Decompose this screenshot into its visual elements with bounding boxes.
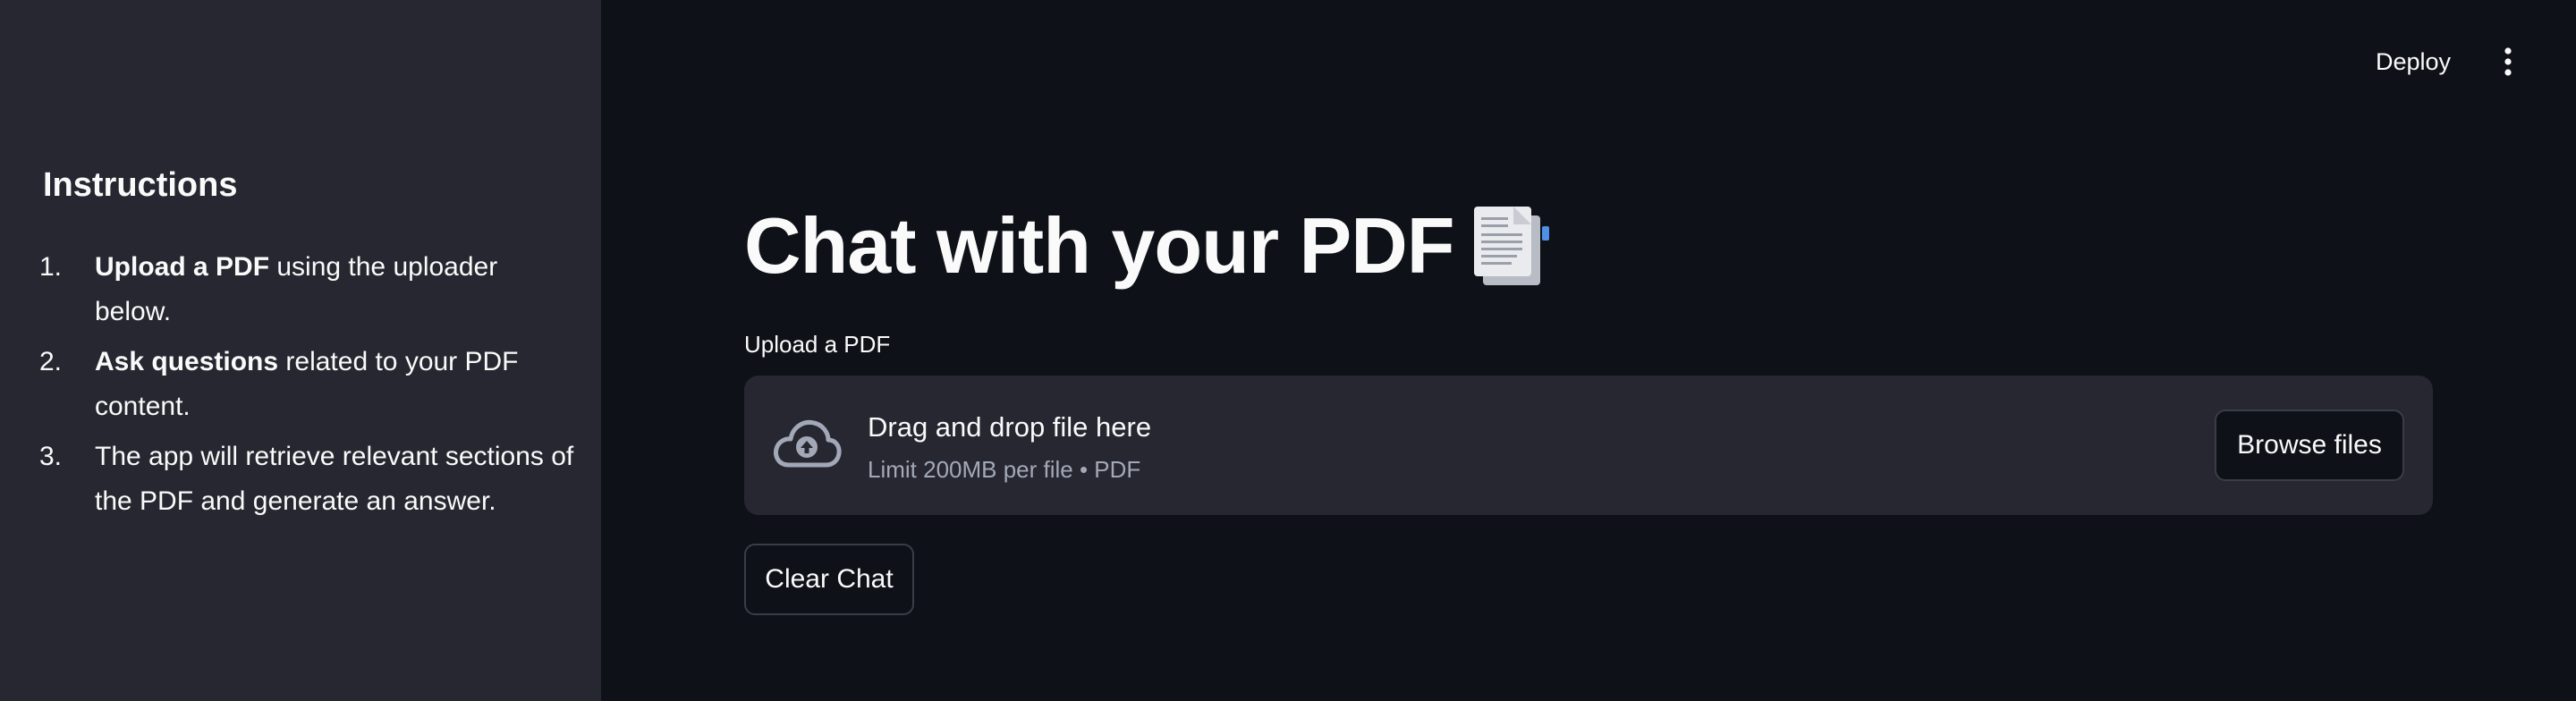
cloud-upload-icon xyxy=(774,419,842,468)
list-item-text: The app will retrieve relevant sections … xyxy=(95,442,574,516)
page-title-row: Chat with your PDF xyxy=(744,200,1553,291)
browse-files-button[interactable]: Browse files xyxy=(2215,410,2404,481)
sidebar: Instructions 1. Upload a PDF using the u… xyxy=(0,0,601,701)
list-item-number: 1. xyxy=(39,252,63,282)
deploy-button[interactable]: Deploy xyxy=(2361,39,2465,84)
main-menu-button[interactable] xyxy=(2490,41,2526,82)
list-item: 2. Ask questions related to your PDF con… xyxy=(39,340,576,429)
list-item-bold: Ask questions xyxy=(95,347,279,376)
instructions-list: 1. Upload a PDF using the uploader below… xyxy=(39,245,576,529)
document-emoji-icon xyxy=(1473,207,1549,285)
uploader-label: Upload a PDF xyxy=(744,331,891,358)
dropzone-limit: Limit 200MB per file • PDF xyxy=(868,456,1141,483)
dropzone-instructions: Drag and drop file here xyxy=(868,411,1152,443)
file-dropzone[interactable]: Drag and drop file here Limit 200MB per … xyxy=(744,376,2433,515)
list-item-bold: Upload a PDF xyxy=(95,252,270,282)
app-root: Instructions 1. Upload a PDF using the u… xyxy=(0,0,2576,701)
page-title: Chat with your PDF xyxy=(744,201,1455,290)
list-item: 1. Upload a PDF using the uploader below… xyxy=(39,245,576,334)
list-item: 3. The app will retrieve relevant sectio… xyxy=(39,435,576,524)
list-item-number: 2. xyxy=(39,347,63,376)
list-item-number: 3. xyxy=(39,442,63,471)
vertical-ellipsis-icon xyxy=(2504,47,2512,76)
sidebar-title: Instructions xyxy=(43,166,238,204)
clear-chat-button[interactable]: Clear Chat xyxy=(744,544,914,615)
